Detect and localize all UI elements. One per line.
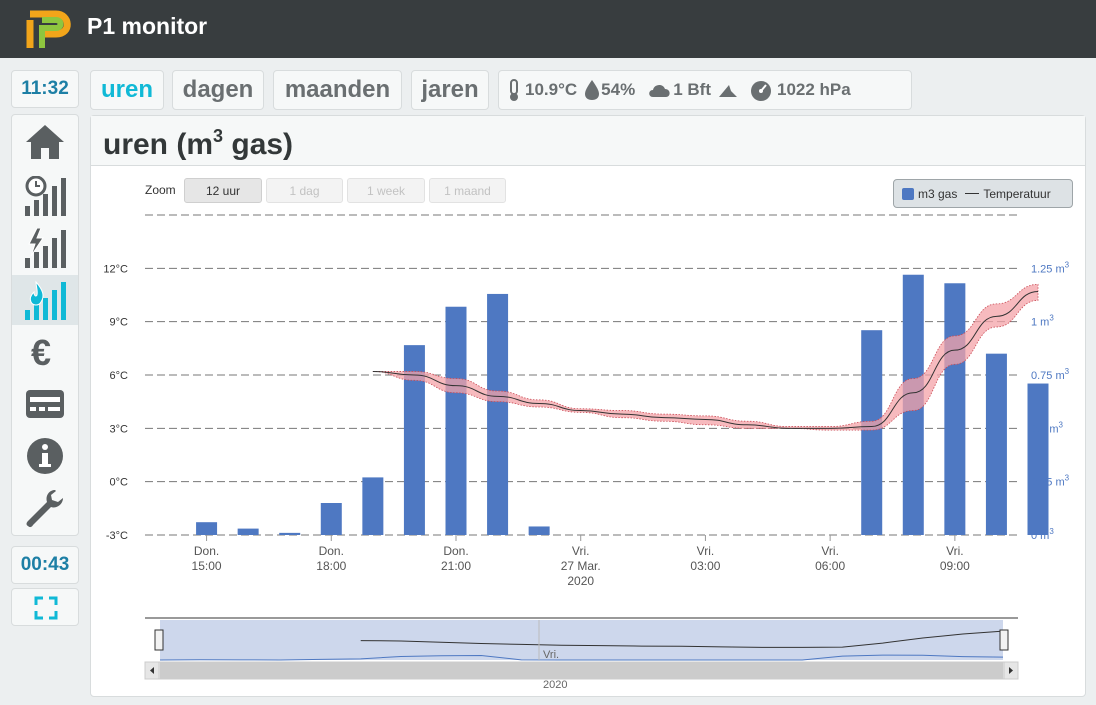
chart-legend[interactable]: m3 gas Temperatuur: [893, 179, 1073, 208]
sidebar-item-costs[interactable]: €: [12, 327, 78, 377]
zoom-12-uur-button[interactable]: 12 uur: [184, 178, 262, 203]
wind-cloud-icon: [649, 84, 670, 97]
weather-temperature: 10.9°C: [525, 80, 578, 99]
zoom-label: Zoom: [145, 183, 176, 197]
legend-temp: Temperatuur: [983, 186, 1051, 201]
weather-wind: 1 Bft: [673, 80, 711, 99]
sidebar-item-info[interactable]: [12, 431, 78, 481]
sidebar-item-settings[interactable]: [12, 483, 78, 533]
sidebar-item-meter[interactable]: [12, 379, 78, 429]
euro-icon: €: [31, 333, 51, 371]
tab-dagen[interactable]: dagen: [172, 70, 264, 110]
sidebar-nav: €: [11, 114, 79, 536]
sidebar-item-home[interactable]: [12, 117, 78, 167]
weather-humidity: 54%: [601, 80, 636, 99]
top-bar: P1 monitor: [0, 0, 1096, 58]
clock-bars-icon: [25, 176, 66, 216]
power-bars-icon: [25, 228, 66, 268]
p1-logo-icon: [26, 10, 71, 48]
zoom-1-dag-button[interactable]: 1 dag: [266, 178, 343, 203]
sidebar-item-power-history[interactable]: [12, 171, 78, 221]
tab-jaren[interactable]: jaren: [411, 70, 489, 110]
weather-pressure: 1022 hPa: [776, 80, 851, 99]
home-icon: [26, 125, 64, 159]
fullscreen-button[interactable]: [11, 588, 79, 626]
zoom-1-maand-button[interactable]: 1 maand: [429, 178, 506, 203]
clock-display: 11:32: [11, 70, 79, 108]
info-icon: [27, 438, 63, 474]
wind-direction-icon: [718, 85, 737, 97]
pressure-gauge-icon: [750, 81, 771, 101]
sidebar-item-power[interactable]: [12, 223, 78, 273]
weather-bar: 10.9°C 54% 1 Bft 1022 hPa: [498, 70, 912, 110]
page-title: uren (m3 gas): [103, 126, 294, 161]
fullscreen-icon: [34, 596, 58, 620]
svg-text:€: €: [31, 333, 51, 371]
thermometer-icon: [510, 79, 518, 101]
humidity-icon: [585, 80, 600, 100]
meter-icon: [26, 390, 64, 418]
legend-gas-swatch: [902, 187, 914, 200]
tab-maanden[interactable]: maanden: [273, 70, 402, 110]
wrench-icon: [26, 490, 63, 528]
app-title: P1 monitor: [87, 13, 208, 39]
sidebar-item-gas[interactable]: [12, 275, 78, 325]
tab-uren[interactable]: uren: [90, 70, 164, 110]
legend-temp-swatch: [965, 193, 980, 194]
gas-bars-icon: [25, 280, 66, 320]
panel-header: uren (m3 gas): [91, 116, 1085, 166]
legend-gas: m3 gas: [918, 186, 958, 201]
uptime-display: 00:43: [11, 546, 79, 584]
zoom-1-week-button[interactable]: 1 week: [347, 178, 425, 203]
